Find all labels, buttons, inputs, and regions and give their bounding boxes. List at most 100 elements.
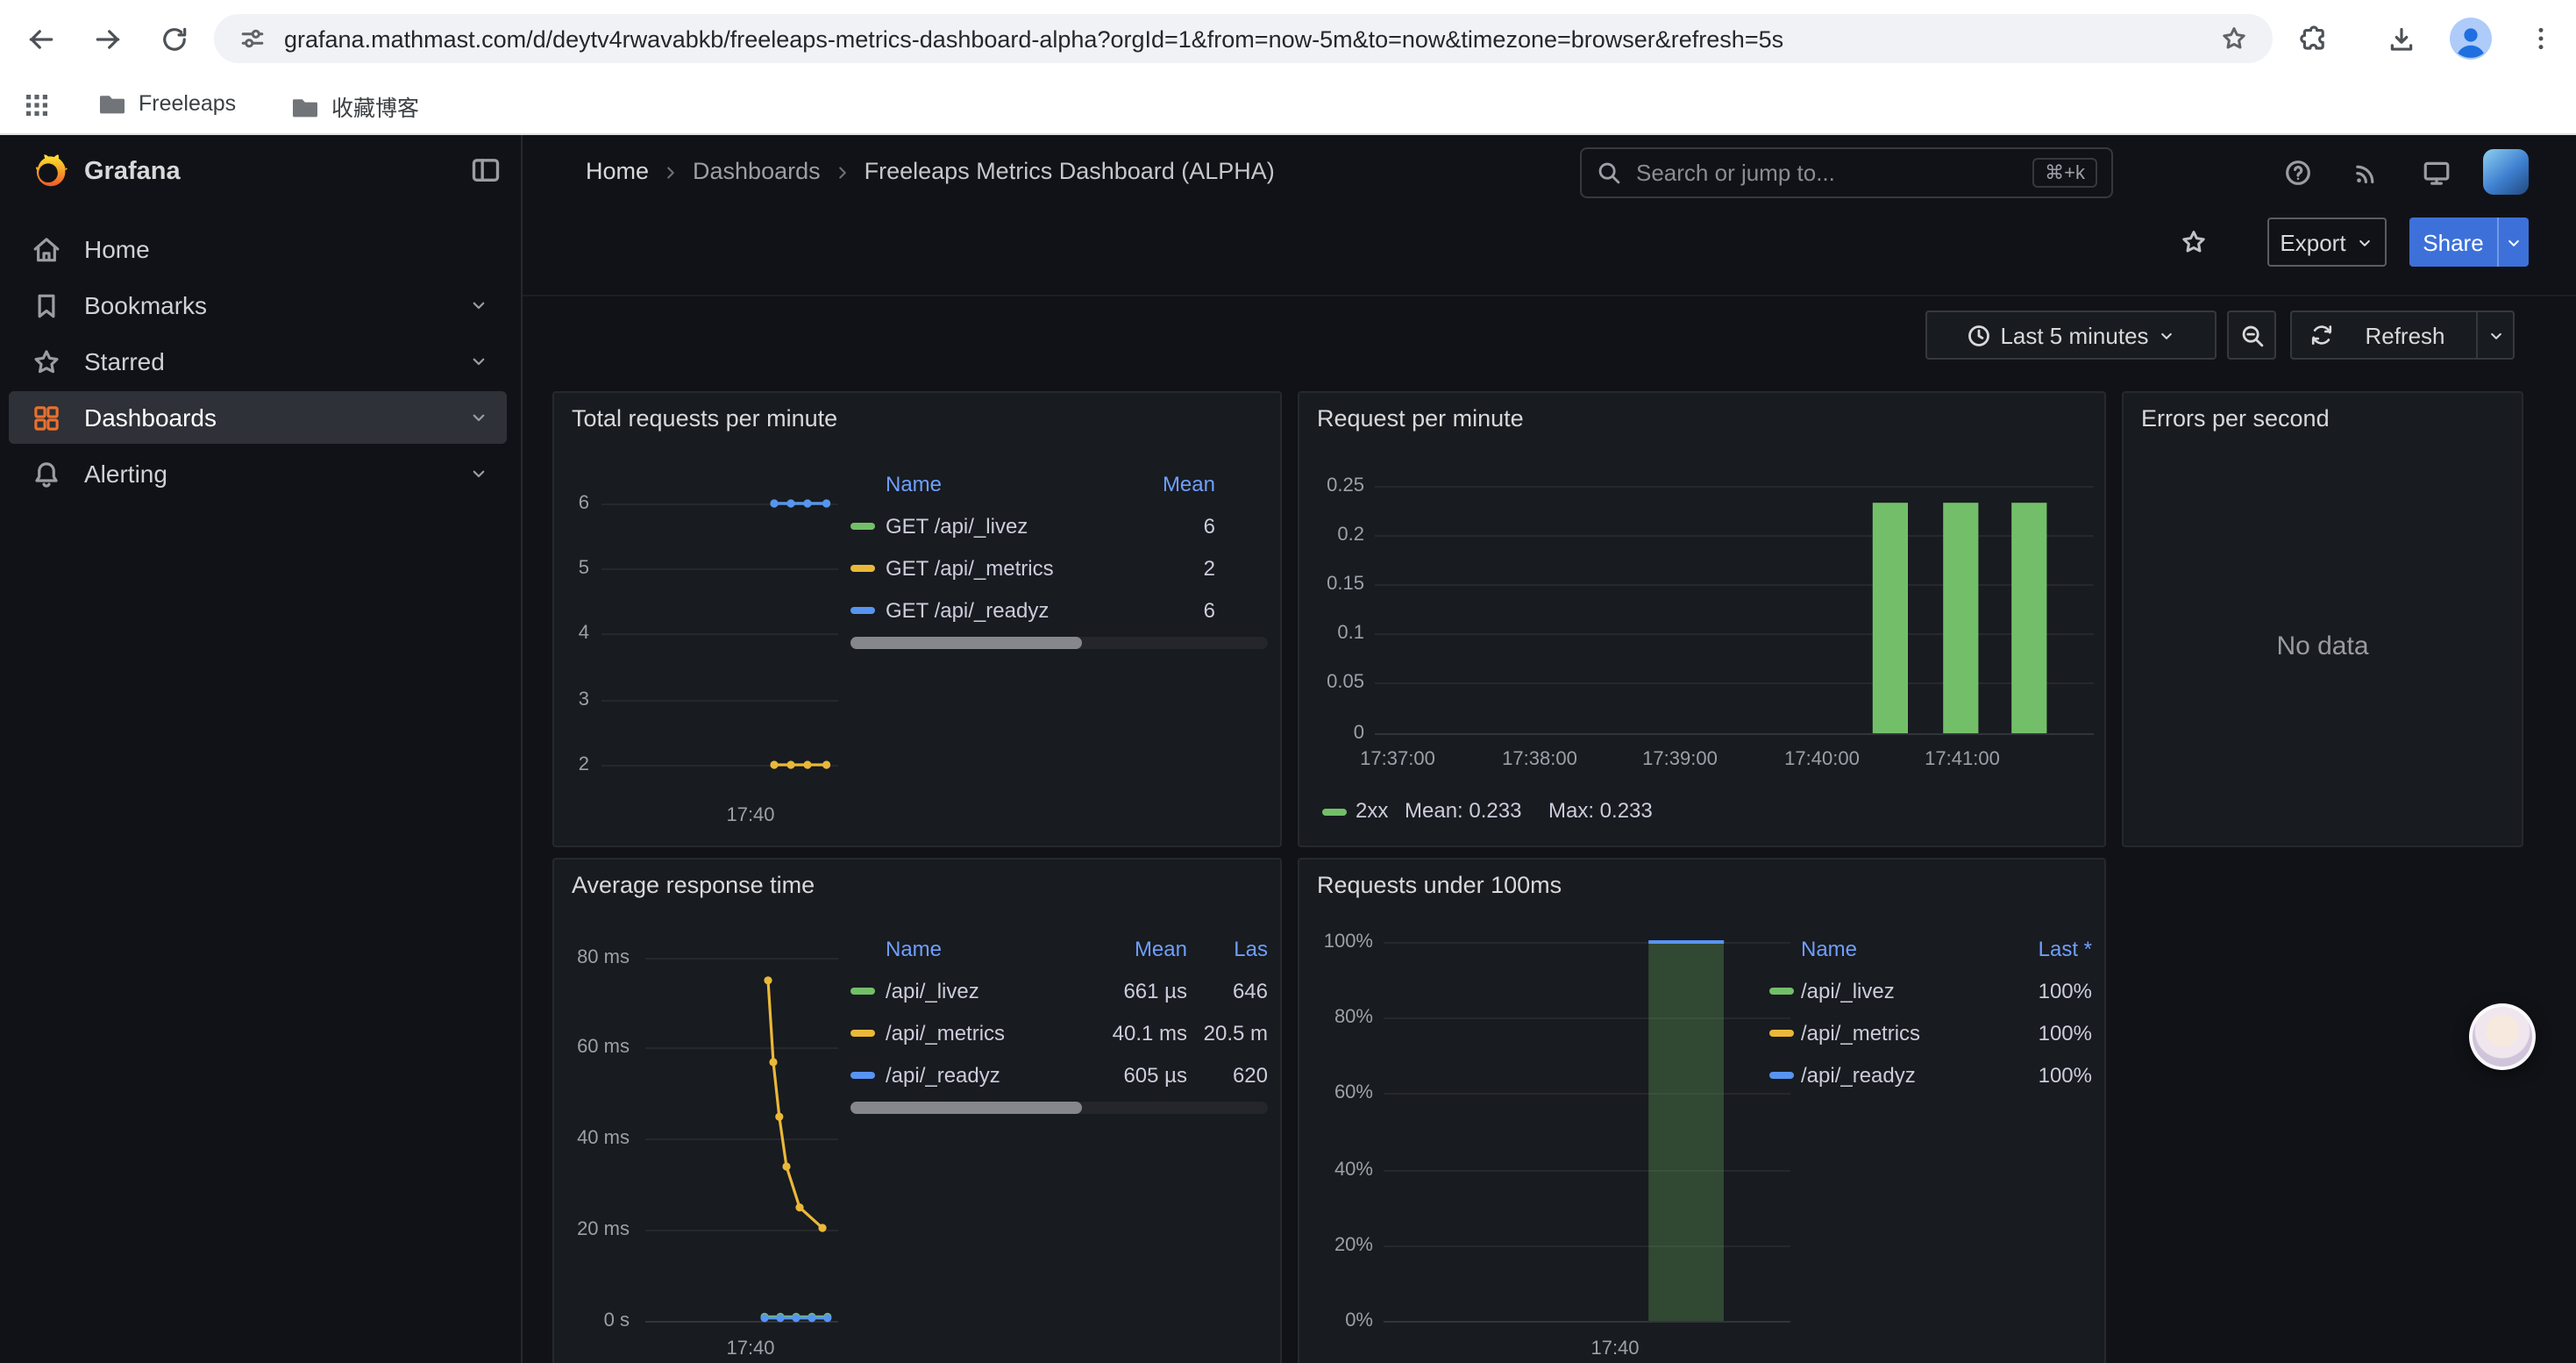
export-label: Export [2280, 229, 2345, 255]
panel-title[interactable]: Total requests per minute [572, 405, 837, 432]
panel-title[interactable]: Requests under 100ms [1317, 872, 1562, 898]
series-last: 100% [1997, 979, 2092, 1003]
user-avatar[interactable] [2483, 149, 2529, 195]
series-mean: 605 µs [1099, 1063, 1187, 1088]
series-max: Max: 0.233 [1548, 796, 1653, 824]
panel-title[interactable]: Request per minute [1317, 405, 1524, 432]
series-chip [850, 607, 875, 614]
series-last: 100% [1997, 1063, 2092, 1088]
legend-header-mean[interactable]: Mean [1124, 472, 1215, 496]
y-tick: 0.25 [1299, 475, 1364, 496]
y-tick: 0.15 [1299, 574, 1364, 595]
star-icon [32, 346, 61, 376]
time-range-picker[interactable]: Last 5 minutes [1925, 310, 2217, 360]
sidebar-item-label: Alerting [84, 460, 167, 488]
chevron-down-icon [2158, 325, 2177, 345]
series-name[interactable]: 2xx [1356, 796, 1388, 824]
chevron-down-icon[interactable] [468, 407, 489, 428]
series-name[interactable]: GET /api/_readyz [886, 598, 1124, 623]
url-text[interactable]: grafana.mathmast.com/d/deytv4rwavabkb/fr… [284, 25, 2202, 52]
forward-button[interactable] [84, 16, 130, 61]
legend-scrollbar[interactable] [850, 1102, 1268, 1114]
legend-header-last[interactable]: Las [1187, 937, 1268, 961]
legend-row: /api/_livez 100% [1769, 970, 2092, 1012]
zoom-out-button[interactable] [2227, 310, 2276, 360]
sidebar-item-home[interactable]: Home [9, 223, 507, 275]
legend-scrollbar[interactable] [850, 637, 1268, 649]
bookmark-freeleaps[interactable]: Freeleaps [98, 89, 236, 118]
legend-header-name[interactable]: Name [886, 937, 1099, 961]
series-name[interactable]: /api/_readyz [1801, 1063, 1997, 1088]
bookmark-star-icon[interactable] [2220, 25, 2248, 53]
scrollbar-thumb[interactable] [850, 1102, 1082, 1114]
breadcrumb-home[interactable]: Home [586, 158, 649, 186]
favorite-star-icon[interactable] [2180, 228, 2208, 256]
browser-menu-icon[interactable] [2518, 16, 2564, 61]
refresh-button[interactable]: Refresh [2290, 310, 2515, 360]
help-icon[interactable] [2283, 158, 2313, 188]
legend-header-name[interactable]: Name [886, 472, 1124, 496]
search-input[interactable] [1636, 160, 2018, 186]
share-menu-chevron-icon[interactable] [2499, 232, 2529, 252]
baseline [645, 1321, 838, 1323]
series-name[interactable]: /api/_livez [886, 979, 1099, 1003]
chevron-down-icon[interactable] [468, 351, 489, 372]
chevron-down-icon[interactable] [468, 295, 489, 316]
grafana-logo[interactable] [26, 151, 70, 195]
series-mean: 6 [1124, 598, 1215, 623]
floating-assistant-avatar[interactable] [2469, 1003, 2536, 1070]
export-button[interactable]: Export [2267, 218, 2387, 267]
back-button[interactable] [18, 16, 63, 61]
refresh-interval-chevron-icon[interactable] [2478, 325, 2513, 345]
monitor-icon[interactable] [2422, 158, 2451, 188]
home-icon [32, 234, 61, 264]
x-tick: 17:37:00 [1360, 749, 1435, 770]
apps-grid-icon[interactable] [23, 91, 51, 119]
panel-title[interactable]: Errors per second [2141, 405, 2330, 432]
share-button[interactable]: Share [2409, 218, 2529, 267]
bookmark-blog[interactable]: 收藏博客 [291, 89, 419, 123]
sidebar-item-bookmarks[interactable]: Bookmarks [9, 279, 507, 332]
breadcrumb-current: Freeleaps Metrics Dashboard (ALPHA) [865, 158, 1275, 186]
sidebar-item-dashboards[interactable]: Dashboards [9, 391, 507, 444]
extensions-icon[interactable] [2290, 16, 2336, 61]
series-name[interactable]: GET /api/_livez [886, 514, 1124, 539]
browser-toolbar: grafana.mathmast.com/d/deytv4rwavabkb/fr… [0, 0, 2576, 77]
search-box[interactable]: ⌘+k [1580, 147, 2113, 198]
address-bar[interactable]: grafana.mathmast.com/d/deytv4rwavabkb/fr… [214, 14, 2273, 63]
dock-sidebar-icon[interactable] [470, 154, 502, 186]
x-tick: 17:40 [715, 805, 786, 826]
series-name[interactable]: GET /api/_metrics [886, 556, 1124, 581]
breadcrumb-dashboards[interactable]: Dashboards [693, 158, 821, 186]
y-tick: 4 [554, 623, 589, 644]
bookmark-label: 收藏博客 [331, 89, 419, 123]
site-settings-icon[interactable] [238, 25, 267, 53]
panel-average-response-time: Average response time 80 ms 60 ms 40 ms … [552, 858, 1282, 1363]
legend-header-name[interactable]: Name [1801, 937, 1997, 961]
sidebar-item-starred[interactable]: Starred [9, 335, 507, 388]
scrollbar-thumb[interactable] [850, 637, 1082, 649]
series-name[interactable]: /api/_readyz [886, 1063, 1099, 1088]
chevron-down-icon[interactable] [468, 463, 489, 484]
series-name[interactable]: /api/_metrics [1801, 1021, 1997, 1045]
legend-row: GET /api/_livez 6 [850, 505, 1268, 547]
chevron-right-icon [661, 162, 680, 182]
series-name[interactable]: /api/_metrics [886, 1021, 1099, 1045]
legend-header-last[interactable]: Last * [1997, 937, 2092, 961]
y-tick: 60 ms [554, 1037, 630, 1058]
reload-button[interactable] [151, 16, 196, 61]
legend-header-mean[interactable]: Mean [1099, 937, 1187, 961]
sidebar-item-alerting[interactable]: Alerting [9, 447, 507, 500]
y-tick: 20 ms [554, 1219, 630, 1240]
legend-table: Name Mean GET /api/_livez 6 GET /api/_me… [850, 463, 1268, 632]
rss-news-icon[interactable] [2352, 158, 2381, 188]
sidebar-item-label: Dashboards [84, 403, 217, 432]
series-mean: 6 [1124, 514, 1215, 539]
sidebar-item-label: Starred [84, 347, 165, 375]
downloads-icon[interactable] [2378, 16, 2423, 61]
profile-avatar[interactable] [2448, 16, 2494, 61]
series-name[interactable]: /api/_livez [1801, 979, 1997, 1003]
requests-under-100ms-chart [1384, 942, 1790, 1321]
panel-title[interactable]: Average response time [572, 872, 815, 898]
series-chip [1322, 809, 1347, 816]
